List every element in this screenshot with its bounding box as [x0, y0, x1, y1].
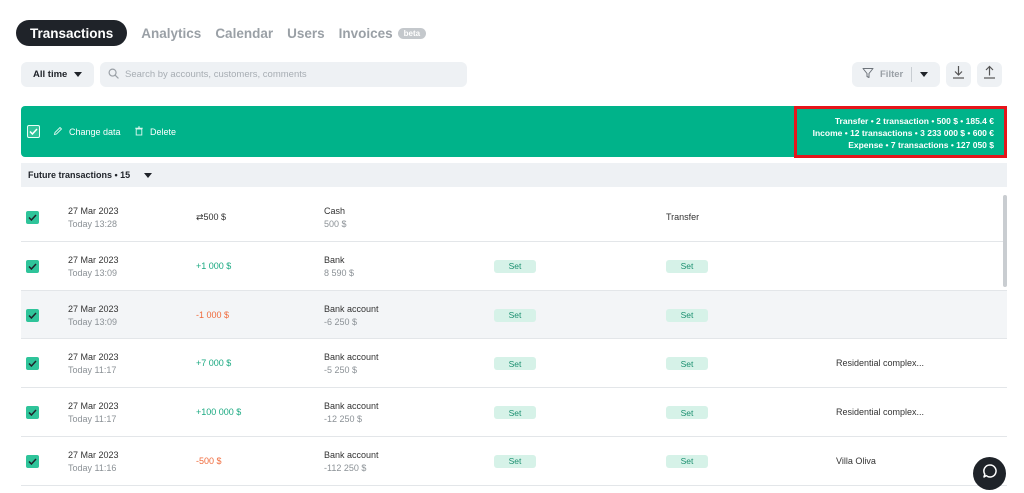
row-account: Bank account -112 250 $: [324, 449, 379, 473]
list-scrollbar[interactable]: [1003, 195, 1007, 287]
row-checkbox[interactable]: [26, 211, 39, 224]
set-counterparty-button[interactable]: Set: [666, 357, 708, 371]
row-date: 27 Mar 2023 Today 13:09: [68, 303, 119, 327]
delete-label: Delete: [150, 127, 177, 137]
row-checkbox[interactable]: [26, 454, 39, 468]
row-date: 27 Mar 2023 Today 11:17: [68, 401, 119, 425]
row-type: Transfer: [666, 212, 700, 222]
table-row[interactable]: 27 Mar 2023 Today 11:16 -500 $ Bank accou…: [21, 437, 1007, 486]
chevron-down-icon[interactable]: [144, 172, 153, 178]
tab-calendar[interactable]: Calendar: [215, 20, 273, 46]
filter-divider: [911, 67, 913, 82]
pencil-icon: [53, 126, 63, 138]
search-icon: [108, 66, 119, 84]
row-amount: +1 000 $: [196, 260, 232, 271]
table-row[interactable]: 27 Mar 2023 Today 13:28 ⇄500 $ Cash 500 $ …: [21, 193, 1007, 242]
upload-button[interactable]: [977, 62, 1002, 87]
row-checkbox[interactable]: [26, 308, 39, 322]
tab-analytics[interactable]: Analytics: [141, 20, 201, 46]
row-checkbox[interactable]: [26, 406, 39, 420]
row-amount: -1 000 $: [196, 309, 230, 320]
row-date: 27 Mar 2023 Today 11:16: [68, 449, 119, 473]
row-account: Bank account -6 250 $: [324, 303, 379, 327]
search-input[interactable]: [125, 69, 455, 80]
group-label: Future transactions • 15: [28, 170, 131, 180]
period-label: All time: [33, 69, 68, 80]
set-category-button[interactable]: Set: [494, 357, 536, 371]
row-date: 27 Mar 2023 Today 13:09: [68, 254, 119, 278]
row-description: Residential complex...: [836, 358, 925, 369]
row-amount: ⇄500 $: [196, 212, 227, 222]
chat-button[interactable]: [973, 457, 1006, 490]
tab-invoices[interactable]: Invoices beta: [338, 20, 427, 46]
summary-expense: Expense • 7 transactions • 127 050 $: [848, 140, 994, 150]
table-row[interactable]: 27 Mar 2023 Today 13:09 -1 000 $ Bank acc…: [21, 290, 1007, 340]
download-button[interactable]: [946, 62, 971, 87]
set-counterparty-button[interactable]: Set: [666, 259, 708, 273]
row-amount: -500 $: [196, 455, 222, 466]
row-description: Residential complex...: [836, 407, 925, 418]
transaction-list: 27 Mar 2023 Today 13:28 ⇄500 $ Cash 500 $ …: [21, 193, 1007, 486]
change-data-label: Change data: [69, 127, 121, 137]
set-category-button[interactable]: Set: [494, 454, 536, 468]
filter-icon: [862, 67, 874, 82]
row-account: Bank account -12 250 $: [324, 401, 379, 425]
future-transactions-header[interactable]: Future transactions • 15: [21, 163, 1007, 187]
download-icon: [952, 65, 965, 84]
upload-icon: [983, 65, 996, 84]
row-description: Villa Oliva: [836, 455, 876, 466]
filter-dropdown-chevron-icon[interactable]: [920, 72, 929, 77]
row-account: Cash 500 $: [324, 206, 347, 229]
table-row[interactable]: 27 Mar 2023 Today 11:17 +7 000 $ Bank acc…: [21, 339, 1007, 389]
row-amount: +100 000 $: [196, 407, 242, 418]
bulk-action-bar: Change data Delete Transfer • 2 transact…: [21, 106, 1007, 158]
row-date: 27 Mar 2023 Today 11:17: [68, 352, 119, 376]
search-box[interactable]: [100, 62, 467, 87]
row-account: Bank 8 590 $: [324, 254, 355, 278]
table-row[interactable]: 27 Mar 2023 Today 13:09 +1 000 $ Bank 8 59…: [21, 242, 1007, 291]
table-row[interactable]: 27 Mar 2023 Today 11:17 +100 000 $ Bank a…: [21, 388, 1007, 437]
row-checkbox[interactable]: [26, 259, 39, 273]
row-amount: +7 000 $: [196, 358, 232, 369]
set-category-button[interactable]: Set: [494, 308, 536, 322]
filter-label: Filter: [880, 69, 904, 80]
period-dropdown[interactable]: All time: [21, 62, 94, 87]
tab-transactions[interactable]: Transactions: [16, 20, 128, 46]
set-category-button[interactable]: Set: [494, 259, 536, 273]
summary-income: Income • 12 transactions • 3 233 000 $ •…: [812, 128, 994, 138]
tab-users[interactable]: Users: [287, 20, 325, 46]
summary-transfer: Transfer • 2 transaction • 500 $ • 185.4…: [834, 116, 994, 126]
set-category-button[interactable]: Set: [494, 406, 536, 420]
row-date: 27 Mar 2023 Today 13:28: [68, 206, 119, 229]
tab-invoices-label: Invoices: [338, 25, 393, 41]
row-account: Bank account -5 250 $: [324, 352, 379, 376]
chat-bubble-icon: [982, 463, 998, 484]
select-all-checkbox[interactable]: [27, 125, 40, 138]
set-counterparty-button[interactable]: Set: [666, 406, 708, 420]
selection-summary: Transfer • 2 transaction • 500 $ • 185.4…: [794, 106, 1007, 158]
change-data-button[interactable]: Change data: [53, 126, 121, 138]
row-checkbox[interactable]: [26, 357, 39, 371]
delete-button[interactable]: Delete: [134, 126, 176, 138]
set-counterparty-button[interactable]: Set: [666, 308, 708, 322]
beta-badge: beta: [397, 27, 427, 39]
top-nav: Transactions Analytics Calendar Users In…: [16, 20, 427, 46]
filter-button[interactable]: Filter: [852, 62, 940, 87]
trash-icon: [134, 126, 144, 138]
chevron-down-icon: [74, 72, 83, 77]
set-counterparty-button[interactable]: Set: [666, 454, 708, 468]
